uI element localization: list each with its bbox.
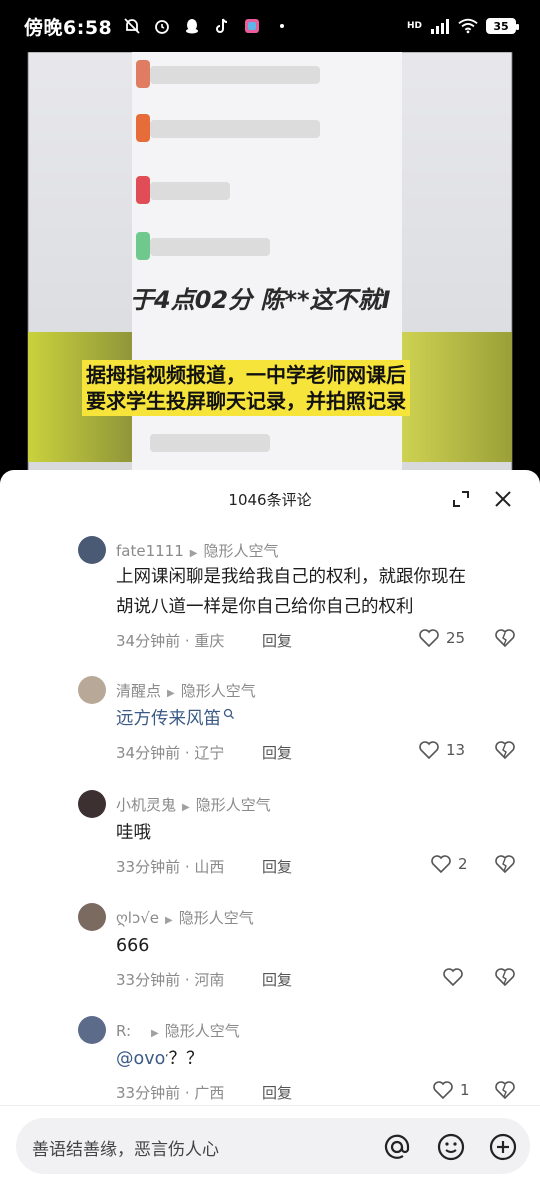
status-system-icons: HD 35 [406,16,519,36]
mention-link[interactable]: @ovo [116,1049,165,1069]
reply-button[interactable]: 回复 [262,856,292,877]
mute-bell-icon [122,16,142,36]
comment-sheet: 1046条评论 fate1111 ▶ 隐形人空气 上网课闲聊是我给我自己的权利，就跟… [0,470,540,1199]
comment-text: @ovo‘？？ [116,1049,204,1069]
qq-icon [182,16,202,36]
at-icon[interactable] [382,1132,412,1162]
reply-button[interactable]: 回复 [262,969,292,990]
avatar[interactable] [78,1016,106,1044]
comment-text: 胡说八道一样是你自己给你自己的权利 [116,597,414,617]
video-chat-row [150,434,270,452]
like-button[interactable]: 1 [432,1080,470,1100]
like-button[interactable]: 2 [430,854,468,874]
reply-button[interactable]: 回复 [262,742,292,763]
comment-username[interactable]: 小机灵鬼 ▶ 隐形人空气 [116,794,271,815]
comment-username[interactable]: R: ▶ 隐形人空气 [116,1020,240,1041]
broken-heart-icon[interactable] [494,740,516,764]
signal-icon [430,16,450,36]
status-time: 傍晚6:58 [24,16,113,39]
comment-meta: 33分钟前 · 广西 [116,1084,225,1102]
gallery-icon [242,16,262,36]
reply-button[interactable]: 回复 [262,630,292,651]
close-icon[interactable] [492,488,514,510]
heart-icon [419,629,439,648]
video-chat-avatar [136,176,150,204]
caption-line: 据拇指视频报道，一中学老师网课后 [86,363,406,387]
heart-icon [443,968,463,987]
comment-meta: 34分钟前 · 辽宁 [116,744,225,762]
like-button[interactable]: 13 [418,740,465,760]
broken-heart-icon[interactable] [494,967,516,991]
comment-meta: 33分钟前 · 山西 [116,858,225,876]
avatar[interactable] [78,536,106,564]
search-icon [223,708,234,719]
comment-input-bar: 善语结善缘，恶言伤人心 [0,1105,540,1199]
like-button[interactable] [442,967,464,987]
status-bar: 傍晚6:58 HD 35 [0,0,540,52]
wifi-icon [458,16,478,36]
network-label: HD [406,21,422,31]
comment-text: 哇哦 [116,823,151,843]
video-chat-row [150,66,320,84]
video-chat-avatar [136,114,150,142]
add-icon[interactable] [488,1132,518,1162]
comment-meta: 33分钟前 · 河南 [116,971,225,989]
dot-icon [272,16,292,36]
tiktok-icon [212,16,232,36]
video-player[interactable]: 于4点02分 陈**这不就I 据拇指视频报道，一中学老师网课后 要求学生投屏聊天… [0,52,540,472]
comment-text: 666 [116,936,150,956]
comment-sheet-header: 1046条评论 [0,470,540,528]
comment-text: 上网课闲聊是我给我自己的权利，就跟你现在 [116,567,466,587]
video-chat-avatar [136,232,150,260]
emoji-icon[interactable] [436,1132,466,1162]
reply-button[interactable]: 回复 [262,1082,292,1103]
comment-input-placeholder: 善语结善缘，恶言伤人心 [32,1140,219,1160]
comment-input[interactable]: 善语结善缘，恶言伤人心 [16,1118,530,1174]
alarm-icon [152,16,172,36]
video-overlay-text: 于4点02分 陈**这不就I [130,286,391,314]
video-chat-row [150,182,230,200]
video-chat-row [150,238,270,256]
comment-count-title: 1046条评论 [228,490,312,509]
status-notification-icons [122,16,292,36]
expand-icon[interactable] [450,488,472,510]
video-chat-row [150,120,320,138]
avatar[interactable] [78,903,106,931]
like-button[interactable]: 25 [418,628,465,648]
comment-meta: 34分钟前 · 重庆 [116,632,225,650]
caption-line: 要求学生投屏聊天记录，并拍照记录 [86,389,406,413]
heart-icon [433,1081,453,1100]
battery-icon: 35 [486,18,519,34]
video-caption: 据拇指视频报道，一中学老师网课后 要求学生投屏聊天记录，并拍照记录 [82,360,410,416]
video-chat-avatar [136,60,150,88]
comment-username[interactable]: fate1111 ▶ 隐形人空气 [116,540,278,561]
avatar[interactable] [78,676,106,704]
broken-heart-icon[interactable] [494,1080,516,1104]
heart-icon [431,855,451,874]
avatar[interactable] [78,790,106,818]
heart-icon [419,741,439,760]
broken-heart-icon[interactable] [494,628,516,652]
comment-username[interactable]: ღlɔ√e ▶ 隐形人空气 [116,907,254,928]
broken-heart-icon[interactable] [494,854,516,878]
comment-username[interactable]: 清醒点 ▶ 隐形人空气 [116,680,256,701]
comment-text[interactable]: 远方传来风笛 [116,704,235,734]
